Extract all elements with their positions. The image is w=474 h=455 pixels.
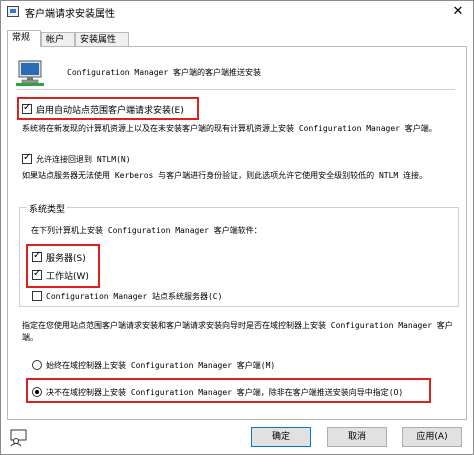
always-install-dc-label[interactable]: 始终在域控制器上安装 Configuration Manager 客户端(M)	[46, 360, 275, 371]
computer-icon	[16, 60, 44, 86]
auto-install-description: 系统将在新发现的计算机资源上以及在未安装客户端的现有计算机资源上安装 Confi…	[22, 124, 437, 133]
apply-button[interactable]: 应用(A)	[402, 427, 462, 447]
properties-dialog: 客户端请求安装属性 ✕ 常规 帐户 安装属性 Configuration Man…	[0, 0, 474, 455]
tab-install-properties[interactable]: 安装属性	[75, 32, 129, 46]
ntlm-description: 如果站点服务器无法使用 Kerberos 与客户端进行身份验证，则此选项允许它使…	[22, 171, 428, 180]
ntlm-label[interactable]: 允许连接回退到 NTLM(N)	[36, 154, 131, 165]
help-person-icon[interactable]	[9, 429, 29, 447]
domain-controller-question: 指定在您使用站点范围客户端请求安装和客户端请求安装向导时是否在域控制器上安装 C…	[22, 321, 453, 342]
header-divider	[17, 89, 455, 90]
always-install-dc-radio[interactable]	[32, 360, 42, 370]
system-types-legend: 系统类型	[27, 202, 68, 215]
title-bar: 客户端请求安装属性 ✕	[1, 1, 473, 23]
highlight-never-install-dc	[26, 378, 431, 403]
system-types-intro: 在下列计算机上安装 Configuration Manager 客户端软件：	[31, 226, 262, 235]
tab-general[interactable]: 常规	[7, 30, 41, 47]
tab-accounts[interactable]: 帐户	[41, 32, 75, 46]
window-title: 客户端请求安装属性	[25, 9, 115, 20]
site-system-servers-label[interactable]: Configuration Manager 站点系统服务器(C)	[46, 291, 222, 302]
window-icon	[7, 6, 19, 17]
highlight-auto-install	[17, 97, 199, 120]
site-system-servers-checkbox[interactable]	[32, 291, 42, 301]
ok-button[interactable]: 确定	[251, 427, 311, 447]
ntlm-checkbox[interactable]	[22, 152, 32, 164]
header-description: Configuration Manager 客户端的客户端推送安装	[67, 68, 261, 77]
highlight-system-types	[26, 244, 100, 288]
cancel-button[interactable]: 取消	[327, 427, 387, 447]
close-button[interactable]: ✕	[443, 1, 473, 23]
